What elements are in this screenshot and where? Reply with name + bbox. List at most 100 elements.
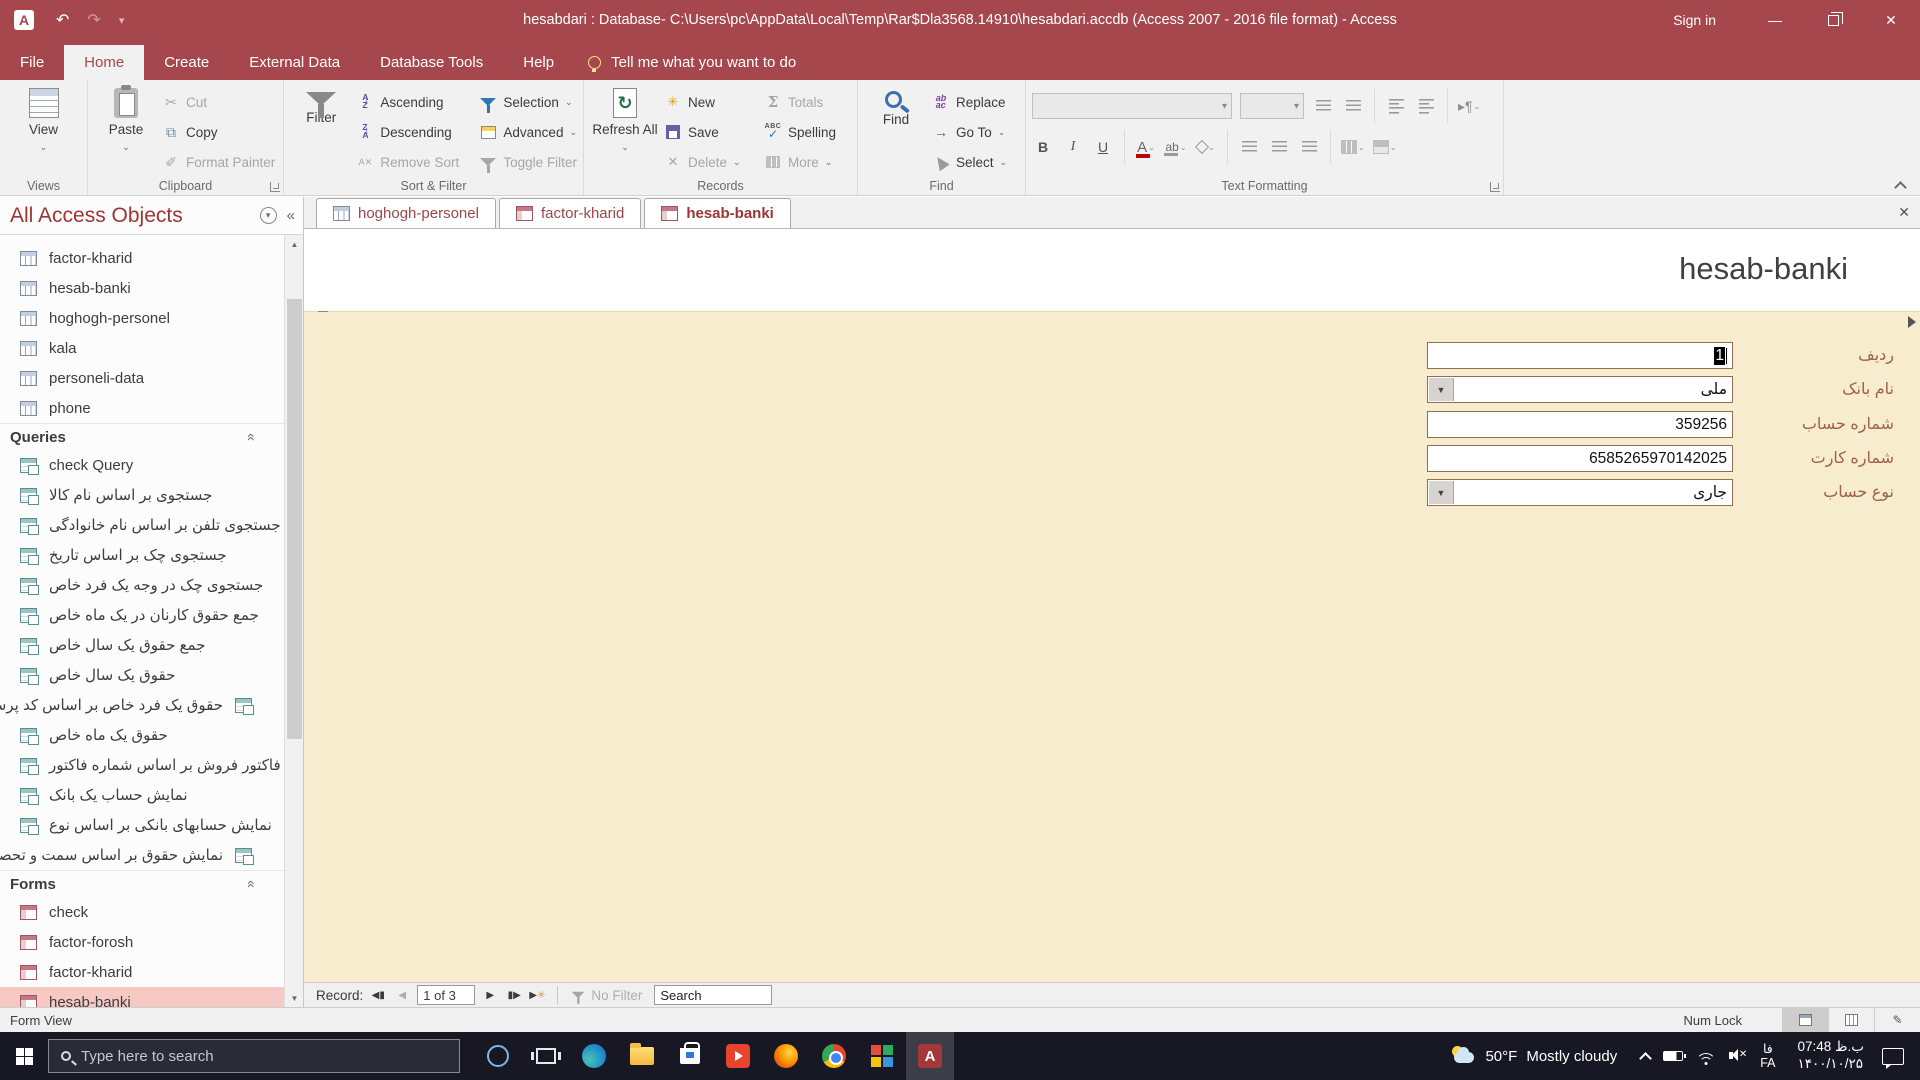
nav-item-table-obj[interactable]: factor-kharid	[0, 243, 284, 273]
next-record-button[interactable]: ▶	[481, 990, 499, 1001]
advanced-button[interactable]: Advanced ⌄	[479, 120, 577, 144]
language-indicator[interactable]: فا FA	[1760, 1042, 1775, 1071]
select-button[interactable]: Select ⌄	[932, 150, 1007, 174]
file-explorer-button[interactable]	[618, 1032, 666, 1080]
numbering-button[interactable]	[1342, 95, 1364, 117]
italic-button[interactable]: I	[1062, 136, 1084, 158]
ribbon-tab-help[interactable]: Help	[503, 45, 574, 80]
firefox-button[interactable]	[762, 1032, 810, 1080]
nav-item-table-obj[interactable]: kala	[0, 333, 284, 363]
hidden-icons-chevron[interactable]	[1639, 1051, 1653, 1065]
collapse-group-icon[interactable]: «	[244, 433, 260, 441]
previous-record-button[interactable]: ◀	[393, 990, 411, 1001]
nav-item-query-obj[interactable]: جستجوی تلفن بر اساس نام خانوادگی	[0, 510, 284, 540]
collapse-group-icon[interactable]: «	[244, 880, 260, 888]
view-button[interactable]: View ⌄	[12, 84, 76, 179]
find-button[interactable]: Find	[864, 84, 928, 179]
battery-icon[interactable]	[1663, 1051, 1687, 1061]
chrome-button[interactable]	[810, 1032, 858, 1080]
totals-button[interactable]: Σ Totals	[764, 90, 836, 114]
paste-button[interactable]: Paste ⌄	[94, 84, 158, 179]
nav-item-table-obj[interactable]: hoghogh-personel	[0, 303, 284, 333]
remove-sort-button[interactable]: A✕ Remove Sort	[356, 150, 475, 174]
filter-button[interactable]: Filter	[290, 84, 352, 179]
combo-dropdown-icon[interactable]: ▼	[1429, 378, 1454, 401]
gridlines-button[interactable]: ⌄	[1341, 136, 1365, 158]
decrease-indent-button[interactable]	[1385, 95, 1407, 117]
ribbon-tab-home[interactable]: Home	[64, 45, 145, 80]
ribbon-tab-database-tools[interactable]: Database Tools	[360, 45, 503, 80]
datasheet-view-button[interactable]	[1828, 1007, 1874, 1033]
action-center-icon[interactable]	[1882, 1047, 1904, 1069]
record-search-box[interactable]: Search	[654, 985, 773, 1005]
nav-item-table-obj[interactable]: phone	[0, 393, 284, 423]
delete-record-button[interactable]: ✕ Delete ⌄	[664, 150, 760, 174]
no-filter-indicator[interactable]: No Filter	[570, 988, 642, 1004]
document-tab-hoghogh-personel[interactable]: hoghogh-personel	[316, 198, 496, 228]
ribbon-tab-file[interactable]: File	[0, 45, 64, 80]
tell-me-box[interactable]: Tell me what you want to do	[574, 45, 810, 80]
minimize-button[interactable]: —	[1746, 0, 1804, 40]
close-button[interactable]: ✕	[1862, 0, 1920, 40]
replace-button[interactable]: ab ac Replace	[932, 90, 1007, 114]
cut-button[interactable]: ✂ Cut	[162, 90, 275, 114]
copy-button[interactable]: ⧉ Copy	[162, 120, 275, 144]
underline-button[interactable]: U	[1092, 136, 1114, 158]
combo-dropdown-icon[interactable]: ▼	[1429, 481, 1454, 504]
scroll-up-icon[interactable]: ▲	[285, 235, 303, 253]
sign-in-button[interactable]: Sign in	[1657, 0, 1732, 40]
nav-item-query-obj[interactable]: جستجوی چک بر اساس تاریخ	[0, 540, 284, 570]
align-left-button[interactable]	[1238, 136, 1260, 158]
save-record-button[interactable]: Save	[664, 120, 760, 144]
align-center-button[interactable]	[1268, 136, 1290, 158]
nav-item-query-obj[interactable]: جمع حقوق کارنان در یک ماه خاص	[0, 600, 284, 630]
nav-item-query-obj[interactable]: حقوق یک سال خاص	[0, 660, 284, 690]
task-view-button[interactable]	[522, 1032, 570, 1080]
forms-group-header[interactable]: Forms «	[0, 870, 284, 897]
nav-item-query-obj[interactable]: نمایش حساب یک بانک	[0, 780, 284, 810]
format-painter-button[interactable]: ✐ Format Painter	[162, 150, 275, 174]
align-right-button[interactable]	[1298, 136, 1320, 158]
nav-item-query-obj[interactable]: حقوق یک ماه خاص	[0, 720, 284, 750]
font-size-combo[interactable]: ▾	[1240, 93, 1304, 119]
new-record-button[interactable]: ✳ New	[664, 90, 760, 114]
customize-toolbar-icon[interactable]: ▾	[119, 14, 125, 27]
scrollbar-thumb[interactable]	[287, 299, 302, 739]
wifi-icon[interactable]	[1696, 1049, 1717, 1065]
store-button[interactable]	[666, 1032, 714, 1080]
shutter-close-icon[interactable]: «	[287, 207, 295, 224]
taskbar-search-box[interactable]: Type here to search	[48, 1039, 460, 1073]
volume-muted-icon[interactable]: ✕	[1729, 1049, 1747, 1063]
undo-icon[interactable]: ↶	[56, 10, 69, 30]
start-button[interactable]	[0, 1032, 48, 1080]
collapse-ribbon-icon[interactable]	[1894, 179, 1906, 191]
form-view-button[interactable]	[1782, 1007, 1828, 1033]
edge-button[interactable]	[570, 1032, 618, 1080]
last-record-button[interactable]: ▮▶	[505, 990, 523, 1001]
restore-button[interactable]	[1804, 0, 1862, 40]
more-button[interactable]: More ⌄	[764, 150, 836, 174]
nav-item-query-obj[interactable]: نمایش حسابهای بانکی بر اساس نوع	[0, 810, 284, 840]
font-color-button[interactable]: A ⌄	[1135, 136, 1157, 158]
bullets-button[interactable]	[1312, 95, 1334, 117]
document-tab-hesab-banki[interactable]: hesab-banki	[644, 198, 791, 228]
nav-item-form-obj[interactable]: factor-forosh	[0, 927, 284, 957]
nav-item-table-obj[interactable]: personeli-data	[0, 363, 284, 393]
spelling-button[interactable]: ABC ✓ Spelling	[764, 120, 836, 144]
alternate-row-color-button[interactable]: ⌄	[1372, 136, 1396, 158]
nav-item-query-obj[interactable]: فاکتور فروش بر اساس شماره فاکتور	[0, 750, 284, 780]
access-taskbar-button[interactable]: A	[906, 1032, 954, 1080]
clock[interactable]: ب.ظ 07:48 ۱۴۰۰/۱۰/۲۵	[1786, 1039, 1877, 1073]
nav-item-table-obj[interactable]: hesab-banki	[0, 273, 284, 303]
document-tab-factor-kharid[interactable]: factor-kharid	[498, 198, 642, 228]
cortana-button[interactable]	[474, 1032, 522, 1080]
close-document-icon[interactable]: ✕	[1898, 204, 1910, 221]
go-to-button[interactable]: → Go To ⌄	[932, 120, 1007, 144]
scroll-right-icon[interactable]	[1908, 316, 1916, 328]
font-name-combo[interactable]: ▾	[1032, 93, 1232, 119]
text-direction-button[interactable]: ▸¶ ⌄	[1458, 95, 1480, 117]
queries-group-header[interactable]: Queries «	[0, 423, 284, 450]
weather-widget[interactable]: 50°F Mostly cloudy	[1436, 1046, 1631, 1066]
nav-item-query-obj[interactable]: جمع حقوق یک سال خاص	[0, 630, 284, 660]
increase-indent-button[interactable]	[1415, 95, 1437, 117]
